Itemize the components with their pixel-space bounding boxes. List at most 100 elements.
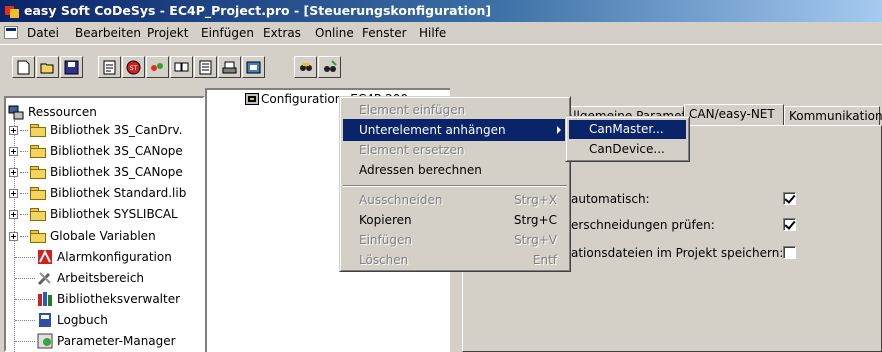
menu-fenster[interactable]: Fenster <box>362 26 407 40</box>
option-label-auto: automatisch: <box>571 192 650 206</box>
tree-item-label: Bibliotheksverwalter <box>57 292 181 306</box>
menu-item-label: Element einfügen <box>359 103 466 117</box>
window-title: easy Soft CoDeSys - EC4P_Project.pro - [… <box>24 3 492 18</box>
expand-plus-icon[interactable] <box>9 209 18 219</box>
menu-online[interactable]: Online <box>315 26 354 40</box>
menu-item-label: Ausschneiden <box>359 193 443 207</box>
tree-item-alarm-config[interactable]: Alarmkonfiguration <box>15 247 172 267</box>
menu-item-unterelement-anhaengen[interactable]: Unterelement anhängen <box>343 119 567 141</box>
books-icon <box>37 291 53 307</box>
menu-separator <box>343 185 567 187</box>
menu-extras[interactable]: Extras <box>263 26 301 40</box>
menu-shortcut: Strg+V <box>514 233 557 247</box>
menu-item-element-einfuegen[interactable]: Element einfügen <box>343 99 567 121</box>
stop-icon[interactable]: ST <box>122 56 145 78</box>
save-icon[interactable] <box>60 56 83 78</box>
menu-item-einfuegen[interactable]: Einfügen Strg+V <box>343 229 567 251</box>
menu-item-ausschneiden[interactable]: Ausschneiden Strg+X <box>343 189 567 211</box>
tools-icon <box>37 270 53 286</box>
checkbox-overlap[interactable] <box>783 218 796 231</box>
compile-icon[interactable] <box>98 56 121 78</box>
tree-item-label: Arbeitsbereich <box>57 271 145 285</box>
folder-icon <box>30 187 46 200</box>
menu-item-label: Element ersetzen <box>359 143 465 157</box>
tree-item-label: Globale Variablen <box>50 229 156 243</box>
parameter-manager-icon <box>37 333 53 349</box>
folder-icon <box>30 208 46 221</box>
menu-item-label: Einfügen <box>359 233 412 247</box>
menu-item-loeschen[interactable]: Löschen Entf <box>343 249 567 271</box>
replace-icon[interactable] <box>318 56 341 78</box>
logout-icon[interactable] <box>218 56 241 78</box>
tree-item-lib-syslibcal[interactable]: Bibliothek SYSLIBCAL <box>9 204 178 224</box>
menu-item-label: Unterelement anhängen <box>359 123 506 137</box>
tree-item-lib-canopen-1[interactable]: Bibliothek 3S_CANope <box>9 141 183 161</box>
menu-datei[interactable]: Datei <box>27 26 59 40</box>
tree-item-global-vars[interactable]: Globale Variablen <box>9 226 156 246</box>
print-icon[interactable] <box>242 56 265 78</box>
expand-plus-icon[interactable] <box>9 188 18 198</box>
tab-kommunikation[interactable]: Kommunikation <box>784 106 882 126</box>
tree-item-label: Alarmkonfiguration <box>57 250 172 264</box>
folder-icon <box>30 124 46 137</box>
run-icon[interactable] <box>146 56 169 78</box>
checkbox-save-config[interactable] <box>783 246 796 259</box>
menu-item-element-ersetzen[interactable]: Element ersetzen <box>343 139 567 161</box>
menu-bar: Datei Bearbeiten Projekt Einfügen Extras… <box>0 22 882 44</box>
toolbar: ST <box>0 44 882 89</box>
expand-plus-icon[interactable] <box>9 125 18 135</box>
menu-item-kopieren[interactable]: Kopieren Strg+C <box>343 209 567 231</box>
submenu-item-canmaster[interactable]: CanMaster... <box>569 120 686 139</box>
menu-item-adressen-berechnen[interactable]: Adressen berechnen <box>343 159 567 181</box>
menu-shortcut: Strg+C <box>513 213 557 227</box>
tab-label: CAN/easy-NET <box>689 107 775 121</box>
menu-projekt[interactable]: Projekt <box>147 26 188 40</box>
tab-label: Kommunikation <box>789 109 882 123</box>
menu-item-label: Löschen <box>359 253 409 267</box>
svg-text:ST: ST <box>130 65 138 72</box>
login-icon[interactable] <box>194 56 217 78</box>
tree-item-label: Bibliothek Standard.lib <box>50 186 187 200</box>
tree-item-label: Bibliothek SYSLIBCAL <box>50 207 178 221</box>
config-node-icon <box>245 93 259 105</box>
option-label-overlap: erschneidungen prüfen: <box>571 218 715 232</box>
submenu-item-candevice[interactable]: CanDevice... <box>569 140 686 159</box>
folder-icon <box>30 230 46 243</box>
tree-item-label: Bibliothek 3S_CANope <box>50 165 183 179</box>
menu-bearbeiten[interactable]: Bearbeiten <box>75 26 141 40</box>
tree-item-library-manager[interactable]: Bibliotheksverwalter <box>15 289 180 309</box>
menu-item-label: Kopieren <box>359 213 412 227</box>
find-icon[interactable] <box>294 56 317 78</box>
menu-einfuegen[interactable]: Einfügen <box>201 26 254 40</box>
tree-item-workspace[interactable]: Arbeitsbereich <box>15 268 144 288</box>
menu-shortcut: Entf <box>532 253 557 267</box>
tree-item-lib-canopen-2[interactable]: Bibliothek 3S_CANope <box>9 162 183 182</box>
folder-icon <box>30 166 46 179</box>
tree-item-label: Bibliothek 3S_CANope <box>50 144 183 158</box>
open-folder-icon[interactable] <box>36 56 59 78</box>
new-file-icon[interactable] <box>12 56 35 78</box>
alarm-icon <box>37 249 53 265</box>
codesys-app-icon <box>5 6 19 18</box>
tab-can-easy-net[interactable]: CAN/easy-NET <box>684 104 784 126</box>
menu-hilfe[interactable]: Hilfe <box>419 26 446 40</box>
option-label-save-config: ationsdateien im Projekt speichern: <box>571 246 784 260</box>
tree-item-parameter-manager[interactable]: Parameter-Manager <box>15 331 176 351</box>
monitor-icon[interactable] <box>170 56 193 78</box>
mdi-window-icon[interactable] <box>4 26 18 39</box>
expand-plus-icon[interactable] <box>9 231 18 241</box>
expand-plus-icon[interactable] <box>9 146 18 156</box>
menu-item-label: Adressen berechnen <box>359 163 482 177</box>
tree-item-label: Logbuch <box>57 313 108 327</box>
tree-item-label: Bibliothek 3S_CanDrv. <box>50 123 183 137</box>
tree-item-logbook[interactable]: Logbuch <box>15 310 108 330</box>
menu-shortcut: Strg+X <box>514 193 557 207</box>
tree-item-lib-standard[interactable]: Bibliothek Standard.lib <box>9 183 186 203</box>
expand-plus-icon[interactable] <box>9 167 18 177</box>
menu-item-label: CanDevice... <box>589 142 665 156</box>
tree-root-resources[interactable]: Ressourcen <box>8 102 97 122</box>
checkbox-auto[interactable] <box>783 192 796 205</box>
folder-icon <box>30 145 46 158</box>
menu-item-label: CanMaster... <box>589 122 664 136</box>
tree-item-lib-candrv[interactable]: Bibliothek 3S_CanDrv. <box>9 120 182 140</box>
